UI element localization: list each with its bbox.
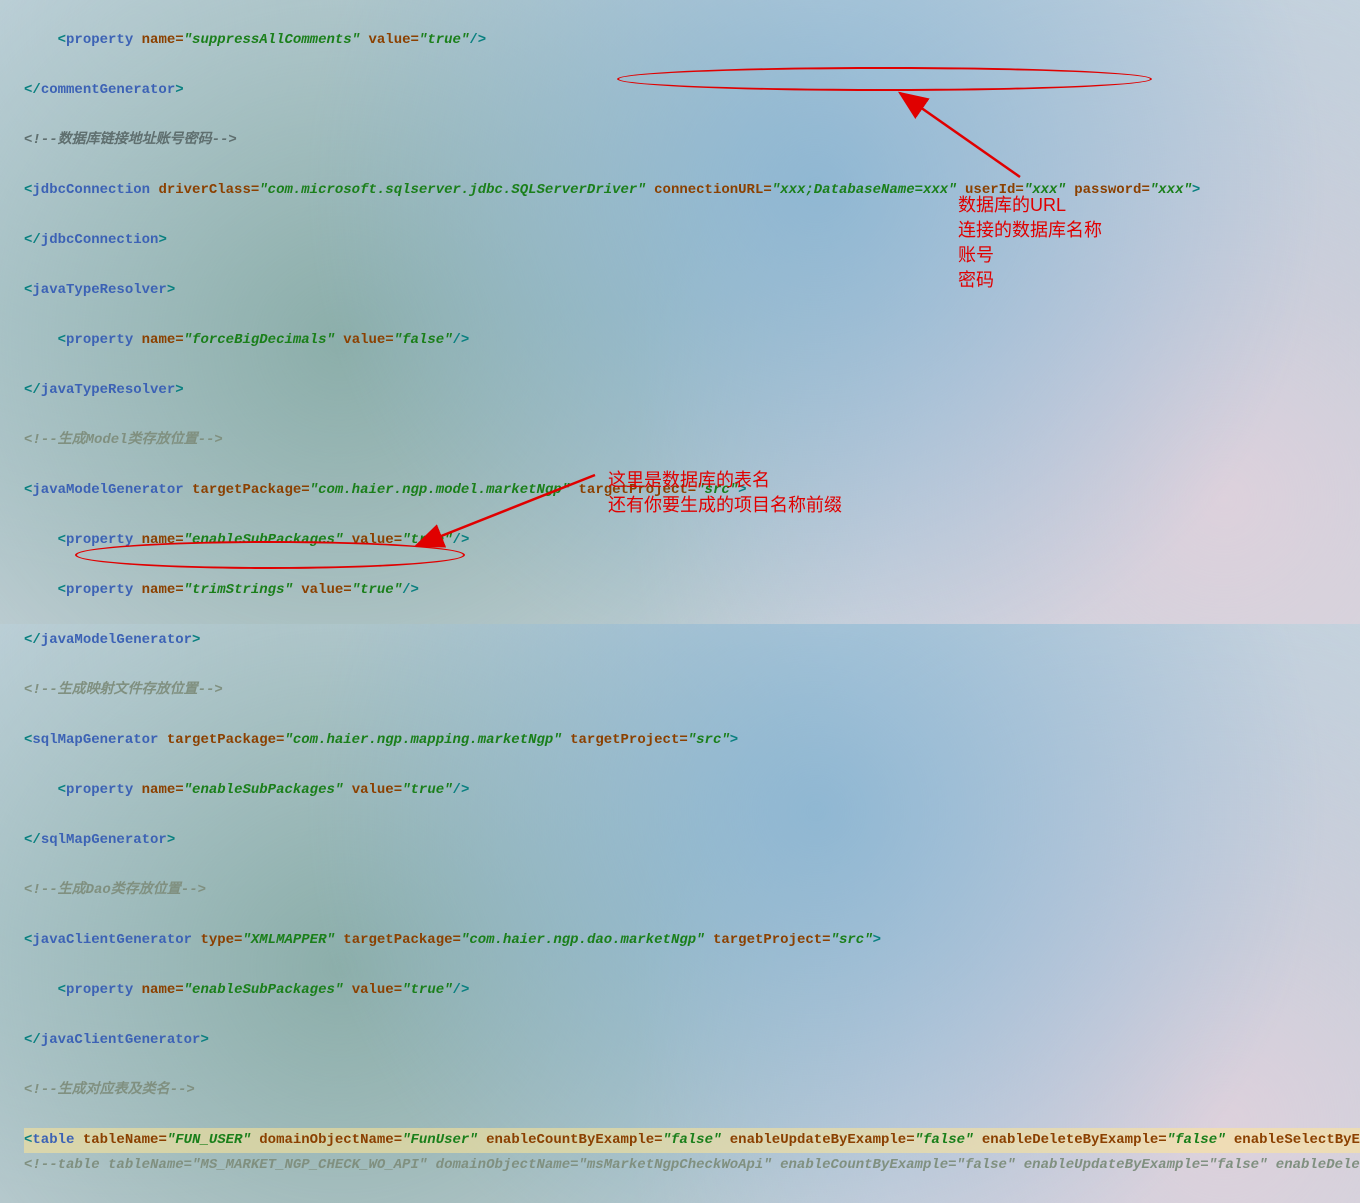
code-block: <property name="suppressAllComments" val… [0, 0, 1360, 1203]
code-line: </commentGenerator> [24, 78, 1360, 103]
code-line: </javaModelGenerator> [24, 628, 1360, 653]
code-line: <!--生成映射文件存放位置--> [24, 678, 1360, 703]
code-line: <javaClientGenerator type="XMLMAPPER" ta… [24, 928, 1360, 953]
code-line: <!--生成对应表及类名--> [24, 1078, 1360, 1103]
code-line: <property name="enableSubPackages" value… [24, 778, 1360, 803]
code-line: <property name="suppressAllComments" val… [24, 28, 1360, 53]
code-line: </sqlMapGenerator> [24, 828, 1360, 853]
code-line: <!--table tableName="MS_MARKET_NGP_CHECK… [24, 1153, 1360, 1178]
code-line: <property name="trimStrings" value="true… [24, 578, 1360, 603]
code-line: <property name="enableSubPackages" value… [24, 528, 1360, 553]
code-line-highlighted: <table tableName="FUN_USER" domainObject… [24, 1128, 1360, 1153]
code-line: <sqlMapGenerator targetPackage="com.haie… [24, 728, 1360, 753]
code-line: </jdbcConnection> [24, 228, 1360, 253]
code-line: </javaClientGenerator> [24, 1028, 1360, 1053]
code-line: <property name="forceBigDecimals" value=… [24, 328, 1360, 353]
code-line: <!--生成Dao类存放位置--> [24, 878, 1360, 903]
annotation-text-top: 数据库的URL 连接的数据库名称 账号 密码 [958, 193, 1102, 293]
code-line: <property name="enableSubPackages" value… [24, 978, 1360, 1003]
code-line: <!--数据库链接地址账号密码--> [24, 128, 1360, 153]
code-line: </javaTypeResolver> [24, 378, 1360, 403]
annotation-text-bottom: 这里是数据库的表名 还有你要生成的项目名称前缀 [608, 468, 842, 518]
code-line: <javaTypeResolver> [24, 278, 1360, 303]
code-line: <!--生成Model类存放位置--> [24, 428, 1360, 453]
code-line: <jdbcConnection driverClass="com.microso… [24, 178, 1360, 203]
